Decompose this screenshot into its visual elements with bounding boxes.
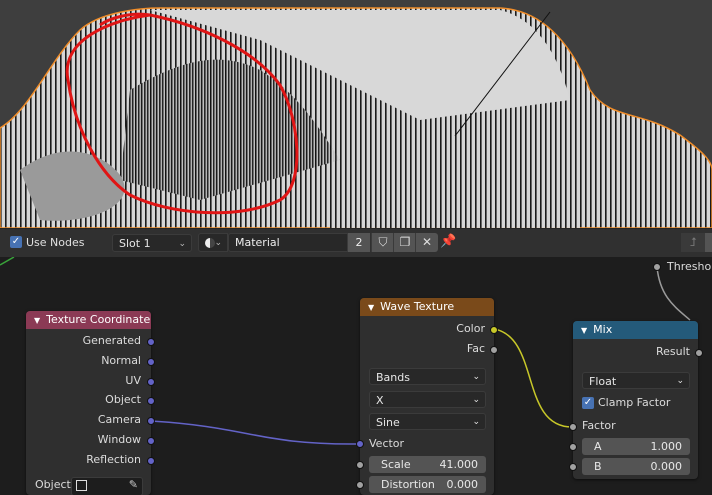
distortion-label: Distortion bbox=[381, 478, 435, 491]
3d-viewport[interactable] bbox=[0, 0, 712, 228]
material-name-field[interactable]: Material bbox=[228, 233, 348, 252]
use-nodes-label: Use Nodes bbox=[26, 236, 85, 249]
mix-header[interactable]: ▼ Mix bbox=[573, 321, 698, 339]
reflection-socket[interactable] bbox=[147, 457, 155, 465]
node-editor-header: ✓ Use Nodes Slot 1 ⌄ ⌄ Material 2 ⛉ ❐ ✕ … bbox=[0, 228, 712, 257]
slot-dropdown[interactable]: Slot 1 ⌄ bbox=[112, 234, 192, 252]
output-generated: Generated bbox=[82, 334, 141, 347]
unlink-x-icon[interactable]: ✕ bbox=[415, 233, 438, 252]
profile-value: Sine bbox=[376, 416, 400, 429]
node-title: Wave Texture bbox=[380, 300, 455, 313]
node-title: Texture Coordinate bbox=[46, 313, 151, 326]
uv-socket[interactable] bbox=[147, 378, 155, 386]
wave-type-select[interactable]: Bands ⌄ bbox=[369, 368, 486, 385]
direction-select[interactable]: X ⌄ bbox=[369, 391, 486, 408]
fac-socket[interactable] bbox=[490, 346, 498, 354]
distortion-field[interactable]: Distortion 0.000 bbox=[369, 476, 486, 493]
texture-coordinate-node[interactable]: ▼ Texture Coordinate Generated Normal UV … bbox=[26, 311, 155, 495]
profile-select[interactable]: Sine ⌄ bbox=[369, 413, 486, 430]
material-name: Material bbox=[235, 236, 280, 249]
vector-socket[interactable] bbox=[356, 440, 364, 448]
data-type-value: Float bbox=[589, 375, 617, 388]
a-label: A bbox=[594, 440, 602, 453]
scale-label: Scale bbox=[381, 458, 411, 471]
direction-value: X bbox=[376, 394, 384, 407]
window-socket[interactable] bbox=[147, 437, 155, 445]
b-value: 0.000 bbox=[650, 460, 683, 473]
collapse-arrow-icon[interactable]: ▼ bbox=[34, 316, 40, 325]
distortion-value: 0.000 bbox=[446, 478, 479, 491]
pin-icon[interactable]: 📌 bbox=[440, 234, 456, 250]
distortion-socket[interactable] bbox=[356, 481, 364, 489]
generated-socket[interactable] bbox=[147, 338, 155, 346]
chevron-down-icon: ⌄ bbox=[178, 239, 186, 249]
scale-value: 41.000 bbox=[439, 458, 479, 471]
output-uv: UV bbox=[125, 374, 141, 387]
wave-texture-header[interactable]: ▼ Wave Texture bbox=[360, 298, 494, 316]
threshold-label: Threshold bbox=[667, 260, 712, 273]
object-socket[interactable] bbox=[147, 397, 155, 405]
threshold-socket[interactable] bbox=[653, 263, 661, 271]
object-icon bbox=[76, 480, 87, 491]
scale-socket[interactable] bbox=[356, 461, 364, 469]
normal-socket[interactable] bbox=[147, 358, 155, 366]
factor-socket[interactable] bbox=[569, 423, 577, 431]
scale-field[interactable]: Scale 41.000 bbox=[369, 456, 486, 473]
collapse-arrow-icon[interactable]: ▼ bbox=[368, 303, 374, 312]
output-camera: Camera bbox=[97, 413, 141, 426]
use-nodes-checkbox[interactable]: ✓ bbox=[10, 236, 22, 248]
node-editor-canvas[interactable]: Threshold ▼Texture Coordinate Generated … bbox=[0, 257, 712, 495]
b-field[interactable]: B 0.000 bbox=[582, 458, 690, 475]
chevron-down-icon: ⌄ bbox=[472, 395, 480, 405]
material-browse-button[interactable]: ⌄ bbox=[198, 233, 228, 252]
parent-node-tree-icon[interactable]: ⮥ bbox=[681, 233, 704, 252]
a-value: 1.000 bbox=[650, 440, 683, 453]
chevron-down-icon: ⌄ bbox=[676, 376, 684, 386]
a-field[interactable]: A 1.000 bbox=[582, 438, 690, 455]
clamp-factor-checkbox[interactable]: ✓ bbox=[582, 397, 594, 409]
chevron-down-icon: ⌄ bbox=[214, 238, 222, 248]
camera-socket[interactable] bbox=[147, 417, 155, 425]
header-button-cut[interactable] bbox=[704, 233, 712, 252]
eyedropper-icon[interactable]: ✎ bbox=[129, 478, 138, 491]
wave-texture-node[interactable]: ▼ Wave Texture Color Fac Bands ⌄ X ⌄ Sine ⌄ … bbox=[356, 298, 498, 495]
b-socket[interactable] bbox=[569, 463, 577, 471]
vector-label: Vector bbox=[369, 437, 405, 450]
output-object: Object bbox=[105, 393, 141, 406]
mix-node[interactable]: ▼ Mix Result Float ⌄ ✓ Clamp Factor Factor… bbox=[569, 321, 703, 479]
output-normal: Normal bbox=[101, 354, 141, 367]
texture-coordinate-header[interactable]: ▼ Texture Coordinate bbox=[26, 311, 151, 329]
data-type-select[interactable]: Float ⌄ bbox=[582, 372, 690, 389]
clamp-factor-label: Clamp Factor bbox=[598, 396, 671, 409]
output-fac: Fac bbox=[466, 342, 485, 355]
b-label: B bbox=[594, 460, 602, 473]
node-title: Mix bbox=[593, 323, 613, 336]
user-count-badge[interactable]: 2 bbox=[348, 233, 370, 252]
wave-type-value: Bands bbox=[376, 371, 410, 384]
viewport-render bbox=[0, 0, 712, 228]
chevron-down-icon: ⌄ bbox=[472, 372, 480, 382]
chevron-down-icon: ⌄ bbox=[472, 417, 480, 427]
collapse-arrow-icon[interactable]: ▼ bbox=[581, 326, 587, 335]
fake-user-shield-icon[interactable]: ⛉ bbox=[371, 233, 394, 252]
object-label: Object: bbox=[35, 478, 75, 491]
slot-value: Slot 1 bbox=[119, 237, 151, 250]
factor-label: Factor bbox=[582, 419, 616, 432]
duplicate-icon[interactable]: ❐ bbox=[393, 233, 416, 252]
output-window: Window bbox=[97, 433, 141, 446]
color-socket[interactable] bbox=[490, 326, 498, 334]
object-picker-field[interactable]: ✎ bbox=[71, 477, 143, 495]
a-socket[interactable] bbox=[569, 443, 577, 451]
result-socket[interactable] bbox=[695, 349, 703, 357]
output-reflection: Reflection bbox=[86, 453, 141, 466]
output-color: Color bbox=[456, 322, 485, 335]
output-result: Result bbox=[656, 345, 690, 358]
